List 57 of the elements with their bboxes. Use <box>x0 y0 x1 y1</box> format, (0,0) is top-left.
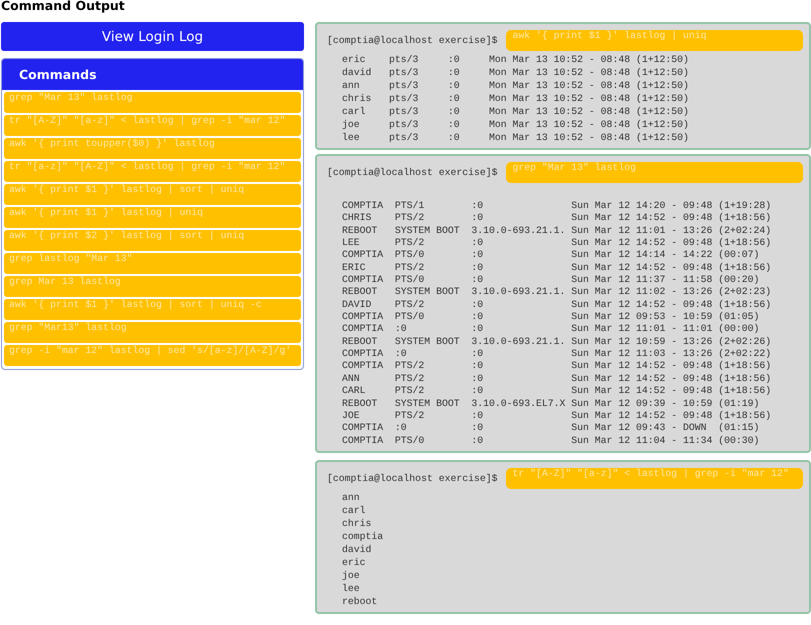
view-login-log-button[interactable]: View Login Log <box>1 22 304 51</box>
command-chip[interactable]: tr "[a-z]" "[A-Z]" < lastlog | grep -i "mar 12" <box>4 161 301 182</box>
output-line: CARL PTS/2 :0 Sun Mar 12 14:52 - 09:48 (1+18:56) <box>342 385 772 398</box>
shell-prompt: [comptia@localhost exercise]$ <box>327 167 498 178</box>
output-line: carl <box>342 504 366 517</box>
output-line: COMPTIA PTS/0 :0 Sun Mar 12 11:37 - 11:58 (00:20) <box>342 274 760 286</box>
output-line: COMPTIA PTS/0 :0 Sun Mar 12 14:14 - 14:22 (00:07) <box>342 249 760 262</box>
output-line: joe <box>342 568 360 582</box>
output-line: comptia <box>342 530 384 543</box>
command-chip[interactable]: grep "Mar 13" lastlog <box>506 162 803 183</box>
output-line: REBOOT SYSTEM BOOT 3.10.0-693.21.1. Sun Mar 12 11:01 - 13:26 (2+02:24) <box>342 224 772 238</box>
output-line: COMPTIA PTS/2 :0 Sun Mar 12 14:52 - 09:48 (1+18:56) <box>342 360 772 373</box>
output-line: carl pts/3 :0 Mon Mar 13 10:52 - 08:48 (1+12:50) <box>342 105 689 118</box>
output-line: chris <box>342 516 372 530</box>
output-line: JOE PTS/2 :0 Sun Mar 12 14:52 - 09:48 (1+18:56) <box>342 410 772 422</box>
output-line: COMPTIA :0 :0 Sun Mar 12 09:43 - DOWN (01:15) <box>342 422 760 435</box>
output-line: reboot <box>342 594 378 608</box>
command-chip[interactable]: tr "[A-Z]" "[a-z]" < lastlog | grep -i "mar 12" <box>4 115 301 136</box>
output-line: lee <box>342 582 360 595</box>
command-chip[interactable]: tr "[A-Z]" "[a-z]" < lastlog | grep -i "mar 12" <box>506 468 803 489</box>
page-title: Command Output <box>0 0 126 14</box>
output-line: david <box>342 542 372 556</box>
output-line: david pts/3 :0 Mon Mar 13 10:52 - 08:48 (1+12:50) <box>342 66 689 79</box>
shell-prompt: [comptia@localhost exercise]$ <box>327 35 498 46</box>
output-line: ann pts/3 :0 Mon Mar 13 10:52 - 08:48 (1+12:50) <box>342 79 689 92</box>
output-line: CHRIS PTS/2 :0 Sun Mar 12 14:52 - 09:48 (1+18:56) <box>342 212 772 225</box>
output-line: REBOOT SYSTEM BOOT 3.10.0-693.21.1. Sun Mar 12 10:59 - 13:26 (2+02:26) <box>342 336 772 348</box>
output-line: LEE PTS/2 :0 Sun Mar 12 14:52 - 09:48 (1+18:56) <box>342 237 772 250</box>
shell-prompt: [comptia@localhost exercise]$ <box>327 472 498 484</box>
command-chip[interactable]: grep Mar 13 lastlog <box>4 276 301 297</box>
command-chip[interactable]: awk '{ print $1 }' lastlog | uniq <box>4 207 301 228</box>
output-line: REBOOT SYSTEM BOOT 3.10.0-693.21.1. Sun Mar 12 11:02 - 13:26 (2+02:23) <box>342 286 772 299</box>
command-chip[interactable]: grep lastlog "Mar 13" <box>4 253 301 274</box>
commands-heading: Commands <box>2 59 303 90</box>
output-line: COMPTIA :0 :0 Sun Mar 12 11:03 - 13:26 (2+02:22) <box>342 348 772 360</box>
command-chip[interactable]: awk '{ print $1 }' lastlog | sort | uniq -c <box>4 299 301 320</box>
output-line: DAVID PTS/2 :0 Sun Mar 12 14:52 - 09:48 (1+18:56) <box>342 298 772 312</box>
command-chip[interactable]: awk '{ print $1 }' lastlog | sort | uniq <box>4 184 301 205</box>
output-line: eric <box>342 556 366 569</box>
command-chip[interactable]: grep "Mar13" lastlog <box>4 322 301 343</box>
output-line: chris pts/3 :0 Mon Mar 13 10:52 - 08:48 (1+12:50) <box>342 92 689 105</box>
output-line: lee pts/3 :0 Mon Mar 13 10:52 - 08:48 (1+12:50) <box>342 131 689 144</box>
output-line: COMPTIA PTS/0 :0 Sun Mar 12 09:53 - 10:59 (01:05) <box>342 311 760 324</box>
output-line: ann <box>342 490 360 504</box>
output-line: COMPTIA :0 :0 Sun Mar 12 11:01 - 11:01 (00:00) <box>342 323 760 336</box>
output-line: joe pts/3 :0 Mon Mar 13 10:52 - 08:48 (1+12:50) <box>342 118 689 131</box>
output-line: ANN PTS/2 :0 Sun Mar 12 14:52 - 09:48 (1+18:56) <box>342 372 772 386</box>
command-chip[interactable]: grep "Mar 13" lastlog <box>4 92 301 113</box>
command-chip[interactable]: grep -i "mar 12" lastlog | sed 's/[a-z]/[A-Z]/g' <box>4 345 301 366</box>
command-chip[interactable]: awk '{ print toupper($0) }' lastlog <box>4 138 301 159</box>
output-line: ERIC PTS/2 :0 Sun Mar 12 14:52 - 09:48 (1+18:56) <box>342 262 772 274</box>
command-chip[interactable]: awk '{ print $2 }' lastlog | sort | uniq <box>4 230 301 251</box>
output-line: REBOOT SYSTEM BOOT 3.10.0-693.EL7.X Sun Mar 12 09:39 - 10:59 (01:19) <box>342 398 760 410</box>
output-line: eric pts/3 :0 Mon Mar 13 10:52 - 08:48 (1+12:50) <box>342 53 689 66</box>
command-chip[interactable]: awk '{ print $1 }' lastlog | uniq <box>506 30 803 51</box>
output-line: COMPTIA PTS/1 :0 Sun Mar 12 14:20 - 09:48 (1+19:28) <box>342 200 772 212</box>
output-line: COMPTIA PTS/0 :0 Sun Mar 12 11:04 - 11:34 (00:30) <box>342 434 760 447</box>
